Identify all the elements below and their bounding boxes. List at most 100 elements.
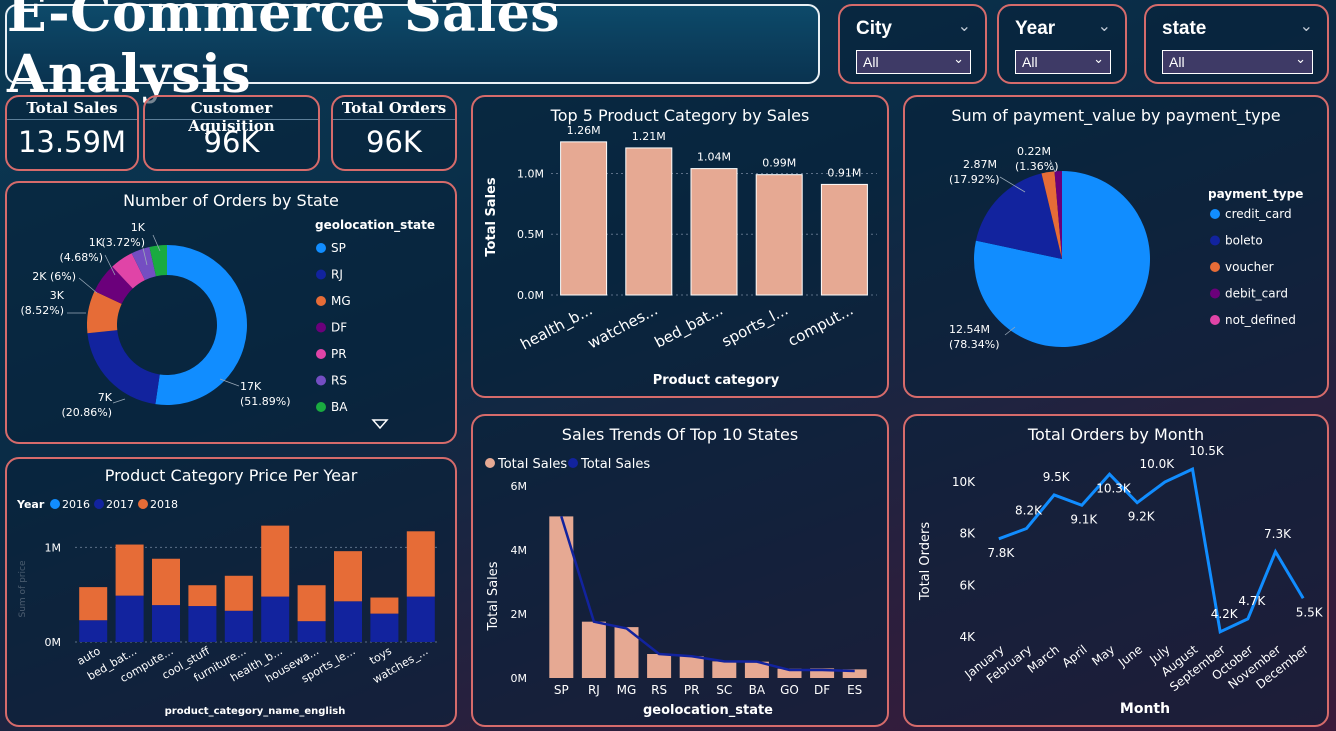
legend-entry: boleto	[1225, 234, 1263, 248]
x-tick-label: PR	[684, 683, 700, 697]
x-tick-label: BA	[749, 683, 766, 697]
bar-segment-2017	[297, 621, 326, 642]
data-label: 7.8K	[987, 546, 1015, 560]
data-label: (20.86%)	[61, 406, 112, 419]
bar-segment-2017	[152, 605, 180, 642]
data-label: 10.3K	[1096, 481, 1132, 495]
data-label: 0.91M	[827, 166, 861, 179]
data-label: 10.5K	[1189, 444, 1225, 458]
divider	[145, 119, 318, 120]
x-tick-label: April	[1059, 642, 1089, 670]
y-axis-label: Total Sales	[486, 561, 501, 631]
scroll-down-icon	[371, 419, 389, 430]
orders-by-month-panel: Total Orders by Month 4K 6K 8K 10K Total Ord…	[903, 414, 1329, 727]
top5-category-chart[interactable]: 0.0M 0.5M 1.0M 1.26M health_b... 1.21M watches…	[473, 97, 887, 396]
bar-segment-2018	[79, 587, 108, 621]
x-axis-label: product_category_name_english	[165, 706, 346, 717]
legend-marker	[138, 499, 148, 509]
x-tick-label: health_b...	[517, 301, 596, 355]
y-tick-label: 0M	[511, 672, 528, 685]
city-dropdown[interactable]: All ⌄	[856, 50, 971, 74]
bar-segment-2017	[79, 620, 108, 642]
x-tick-label: sports_l...	[719, 301, 792, 352]
sales-trend-states-panel: Sales Trends Of Top 10 States Total Sale…	[471, 414, 889, 727]
dashboard-title-box: E-Commerce Sales Analysis	[5, 0, 820, 105]
orders-by-month-chart[interactable]: 4K6K8K10KTotal Orders 7.8KJanuary8.2KFebr…	[905, 416, 1327, 725]
x-axis-label: Product category	[653, 373, 780, 388]
x-tick-label: GO	[780, 683, 799, 697]
legend-entry: Total Sales	[497, 457, 567, 472]
state-slicer[interactable]: state ⌄ All ⌄	[1144, 4, 1329, 84]
legend-marker	[1210, 288, 1220, 299]
state-slicer-label: state	[1162, 18, 1207, 39]
data-label: (78.34%)	[949, 338, 1000, 351]
kpi-label: Total Orders	[341, 99, 447, 117]
orders-by-state-chart[interactable]: 17K (51.89%) 7K (20.86%) 3K (8.52%) 2K (6%) 1K (…	[7, 183, 455, 442]
year-selected-value: All	[1022, 54, 1038, 70]
kpi-value: 13.59M	[17, 125, 127, 159]
legend-marker	[316, 243, 326, 253]
leader-line	[112, 398, 126, 404]
bar-segment-2018	[406, 531, 435, 597]
y-axis-label: Total Orders	[918, 522, 933, 601]
data-label: 7.3K	[1264, 527, 1292, 541]
legend-title: payment_type	[1208, 187, 1303, 202]
legend-entry: PR	[331, 347, 347, 361]
legend-entry: 2017	[106, 498, 134, 511]
data-label: 7K	[98, 391, 113, 404]
city-slicer[interactable]: City ⌄ All ⌄	[838, 4, 987, 84]
divider	[333, 119, 455, 120]
year-slicer[interactable]: Year ⌄ All ⌄	[997, 4, 1127, 84]
legend-marker	[316, 375, 326, 386]
year-dropdown[interactable]: All ⌄	[1015, 50, 1111, 74]
legend-marker	[94, 499, 104, 509]
legend-entry: credit_card	[1225, 207, 1292, 221]
data-label: (1.36%)	[1015, 160, 1059, 173]
legend-title: Year	[16, 498, 45, 511]
chevron-down-icon[interactable]: ⌄	[1300, 16, 1313, 35]
bar-segment-2018	[334, 551, 362, 602]
x-tick-label: SC	[716, 683, 732, 697]
legend-entry: RS	[331, 374, 347, 388]
legend-entry: 2016	[62, 498, 90, 511]
data-label: 17K	[240, 380, 262, 393]
payment-type-chart[interactable]: 12.54M (78.34%) 2.87M (17.92%) 0.22M (1.36%) p…	[905, 97, 1327, 396]
chevron-down-icon: ⌄	[1093, 51, 1104, 66]
data-label: (8.52%)	[20, 304, 64, 317]
legend-entry: 2018	[150, 498, 178, 511]
x-tick-label: June	[1115, 642, 1145, 670]
x-tick-label: watches...	[585, 301, 661, 353]
y-tick-label: 0.0M	[517, 289, 544, 302]
sales-trend-states-chart[interactable]: Total Sales Total Sales 0M 2M 4M 6M Total Sale…	[473, 416, 887, 725]
kpi-value: 96K	[203, 125, 260, 159]
category-price-year-chart[interactable]: Year 2016 2017 20180M1MSum of priceautobed_…	[7, 459, 455, 725]
legend-marker	[50, 499, 60, 509]
x-tick-label: bed_bat...	[651, 301, 726, 353]
legend-entry: BA	[331, 400, 348, 414]
state-dropdown[interactable]: All ⌄	[1162, 50, 1313, 74]
legend-marker	[316, 349, 326, 359]
x-tick-label: RJ	[588, 683, 600, 697]
year-slicer-label: Year	[1015, 18, 1056, 39]
legend-marker	[316, 296, 326, 306]
x-tick-label: RS	[651, 683, 667, 697]
page-title: E-Commerce Sales Analysis	[7, 0, 560, 105]
bar	[647, 654, 672, 678]
bar-segment-2018	[188, 585, 217, 607]
data-label: 3K	[50, 289, 65, 302]
bar-segment-2018	[261, 525, 290, 597]
legend-entry: debit_card	[1225, 287, 1288, 301]
bar	[679, 656, 704, 678]
chevron-down-icon[interactable]: ⌄	[1098, 16, 1111, 35]
x-tick-label: comput...	[785, 301, 856, 350]
chevron-down-icon[interactable]: ⌄	[958, 16, 971, 35]
x-tick-label: DF	[814, 683, 830, 697]
city-slicer-label: City	[856, 18, 892, 39]
legend-marker	[1210, 315, 1220, 325]
legend-title: geolocation_state	[315, 218, 435, 233]
legend-entry: not_defined	[1225, 313, 1296, 327]
city-selected-value: All	[863, 54, 879, 70]
bar-segment-2018	[224, 575, 253, 611]
data-label: 1K	[131, 221, 146, 234]
y-tick-label: 0M	[45, 636, 62, 649]
